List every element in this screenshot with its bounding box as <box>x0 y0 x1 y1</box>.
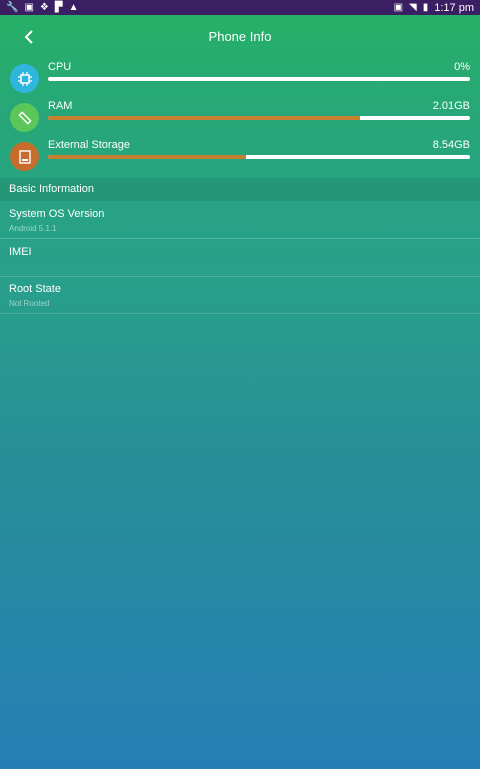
dropbox-icon: ❖ <box>39 2 49 13</box>
cpu-bar <box>48 77 470 81</box>
ram-value: 2.01GB <box>432 100 470 112</box>
ram-meter: RAM 2.01GB <box>0 100 480 138</box>
list-item-root-state[interactable]: Root State Not Rooted <box>0 276 480 314</box>
ram-stick-icon <box>10 103 39 132</box>
storage-value: 8.54GB <box>432 139 470 151</box>
list-item-imei[interactable]: IMEI <box>0 239 480 277</box>
cpu-meter: CPU 0% <box>0 61 480 99</box>
root-state-title: Root State <box>9 283 61 295</box>
storage-bar <box>48 155 470 159</box>
page-title: Phone Info <box>208 29 272 44</box>
root-state-value: Not Rooted <box>9 299 50 308</box>
warning-icon: ▲ <box>68 2 79 13</box>
app-header: Phone Info <box>0 15 480 60</box>
os-version-title: System OS Version <box>9 208 105 220</box>
cpu-value: 0% <box>454 61 470 73</box>
clipboard-icon: ▣ <box>24 2 34 13</box>
cpu-chip-icon <box>10 64 39 93</box>
wifi-icon: ◥ <box>409 2 417 13</box>
ram-bar <box>48 116 470 120</box>
status-time: 1:17 pm <box>434 1 474 14</box>
ram-label: RAM <box>48 100 73 112</box>
status-right-icons: ▣ ◥ ▮ 1:17 pm <box>394 0 474 15</box>
section-title: Basic Information <box>9 183 94 195</box>
flipboard-icon: ▛ <box>54 2 63 13</box>
status-bar: 🔧 ▣ ❖ ▛ ▲ ▣ ◥ ▮ 1:17 pm <box>0 0 480 15</box>
os-version-value: Android 5.1.1 <box>9 224 57 233</box>
wrench-icon: 🔧 <box>6 2 19 13</box>
battery-icon: ▮ <box>422 2 429 13</box>
basic-information-header: Basic Information <box>0 178 480 201</box>
imei-title: IMEI <box>9 246 32 258</box>
storage-label: External Storage <box>48 139 130 151</box>
storage-bar-fill <box>48 155 247 159</box>
storage-meter: External Storage 8.54GB <box>0 139 480 177</box>
list-item-os-version[interactable]: System OS Version Android 5.1.1 <box>0 201 480 239</box>
status-left-icons: 🔧 ▣ ❖ ▛ ▲ <box>6 0 78 15</box>
ram-bar-fill <box>48 116 361 120</box>
cpu-label: CPU <box>48 61 72 73</box>
nfc-icon: ▣ <box>393 2 404 13</box>
storage-drive-icon <box>10 142 39 171</box>
